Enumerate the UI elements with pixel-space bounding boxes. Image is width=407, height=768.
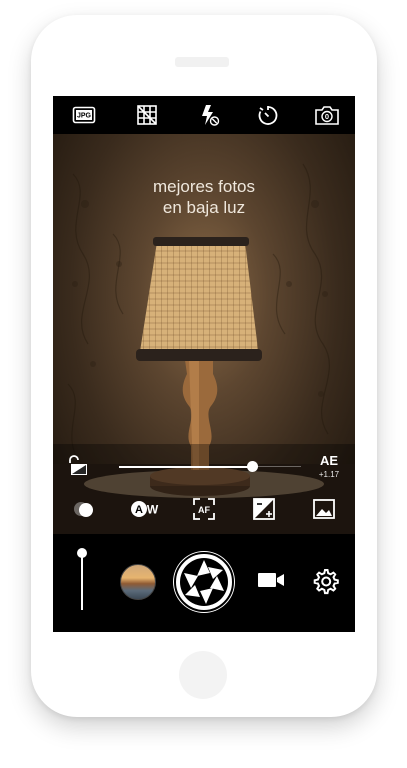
jpg-format-label: JPG xyxy=(77,113,92,120)
home-button[interactable] xyxy=(179,651,227,699)
exposure-slider-remainder xyxy=(257,466,301,467)
top-toolbar: JPG 0 xyxy=(53,96,355,134)
zoom-slider-thumb[interactable] xyxy=(77,548,87,558)
zoom-slider-track[interactable] xyxy=(81,554,83,610)
white-balance-icon[interactable]: A W xyxy=(129,496,159,522)
grid-icon[interactable] xyxy=(135,103,159,127)
flash-off-icon[interactable] xyxy=(197,103,221,127)
white-balance-label: W xyxy=(147,503,159,517)
shutter-icon xyxy=(174,552,234,612)
last-photo-thumbnail[interactable] xyxy=(120,564,156,600)
jpg-format-icon[interactable]: JPG xyxy=(72,103,96,127)
autofocus-label: AF xyxy=(198,505,210,515)
promo-tagline: mejores fotos en baja luz xyxy=(53,176,355,218)
camera-screen: JPG 0 mejores fotos en baja luz AE +1.17… xyxy=(53,96,355,632)
auto-exposure-label[interactable]: AE xyxy=(309,454,349,468)
bottom-toolbar xyxy=(53,534,355,632)
phone-speaker xyxy=(175,57,229,67)
exposure-compensation-icon[interactable] xyxy=(251,496,277,522)
shutter-button[interactable] xyxy=(173,551,235,613)
video-icon[interactable] xyxy=(256,568,286,592)
camera-counter-value: 0 xyxy=(325,112,329,121)
camera-counter-icon[interactable]: 0 xyxy=(314,103,340,127)
exposure-slider-track[interactable] xyxy=(119,466,257,468)
toggle-icon[interactable] xyxy=(71,496,97,522)
lock-exposure-icon[interactable] xyxy=(67,454,91,476)
auto-exposure-value: +1.17 xyxy=(318,470,340,479)
tagline-line-2: en baja luz xyxy=(162,198,246,217)
tagline-line-1: mejores fotos xyxy=(152,177,256,196)
autofocus-icon[interactable]: AF xyxy=(191,496,217,522)
exposure-slider-thumb[interactable] xyxy=(247,461,258,472)
exposure-controls: AE +1.17 A W AF xyxy=(53,444,355,534)
camera-viewfinder[interactable]: mejores fotos en baja luz AE +1.17 A W A… xyxy=(53,134,355,534)
svg-text:A: A xyxy=(135,504,143,516)
gallery-icon[interactable] xyxy=(311,496,337,522)
settings-icon[interactable] xyxy=(311,567,339,595)
timer-icon[interactable] xyxy=(256,103,280,127)
